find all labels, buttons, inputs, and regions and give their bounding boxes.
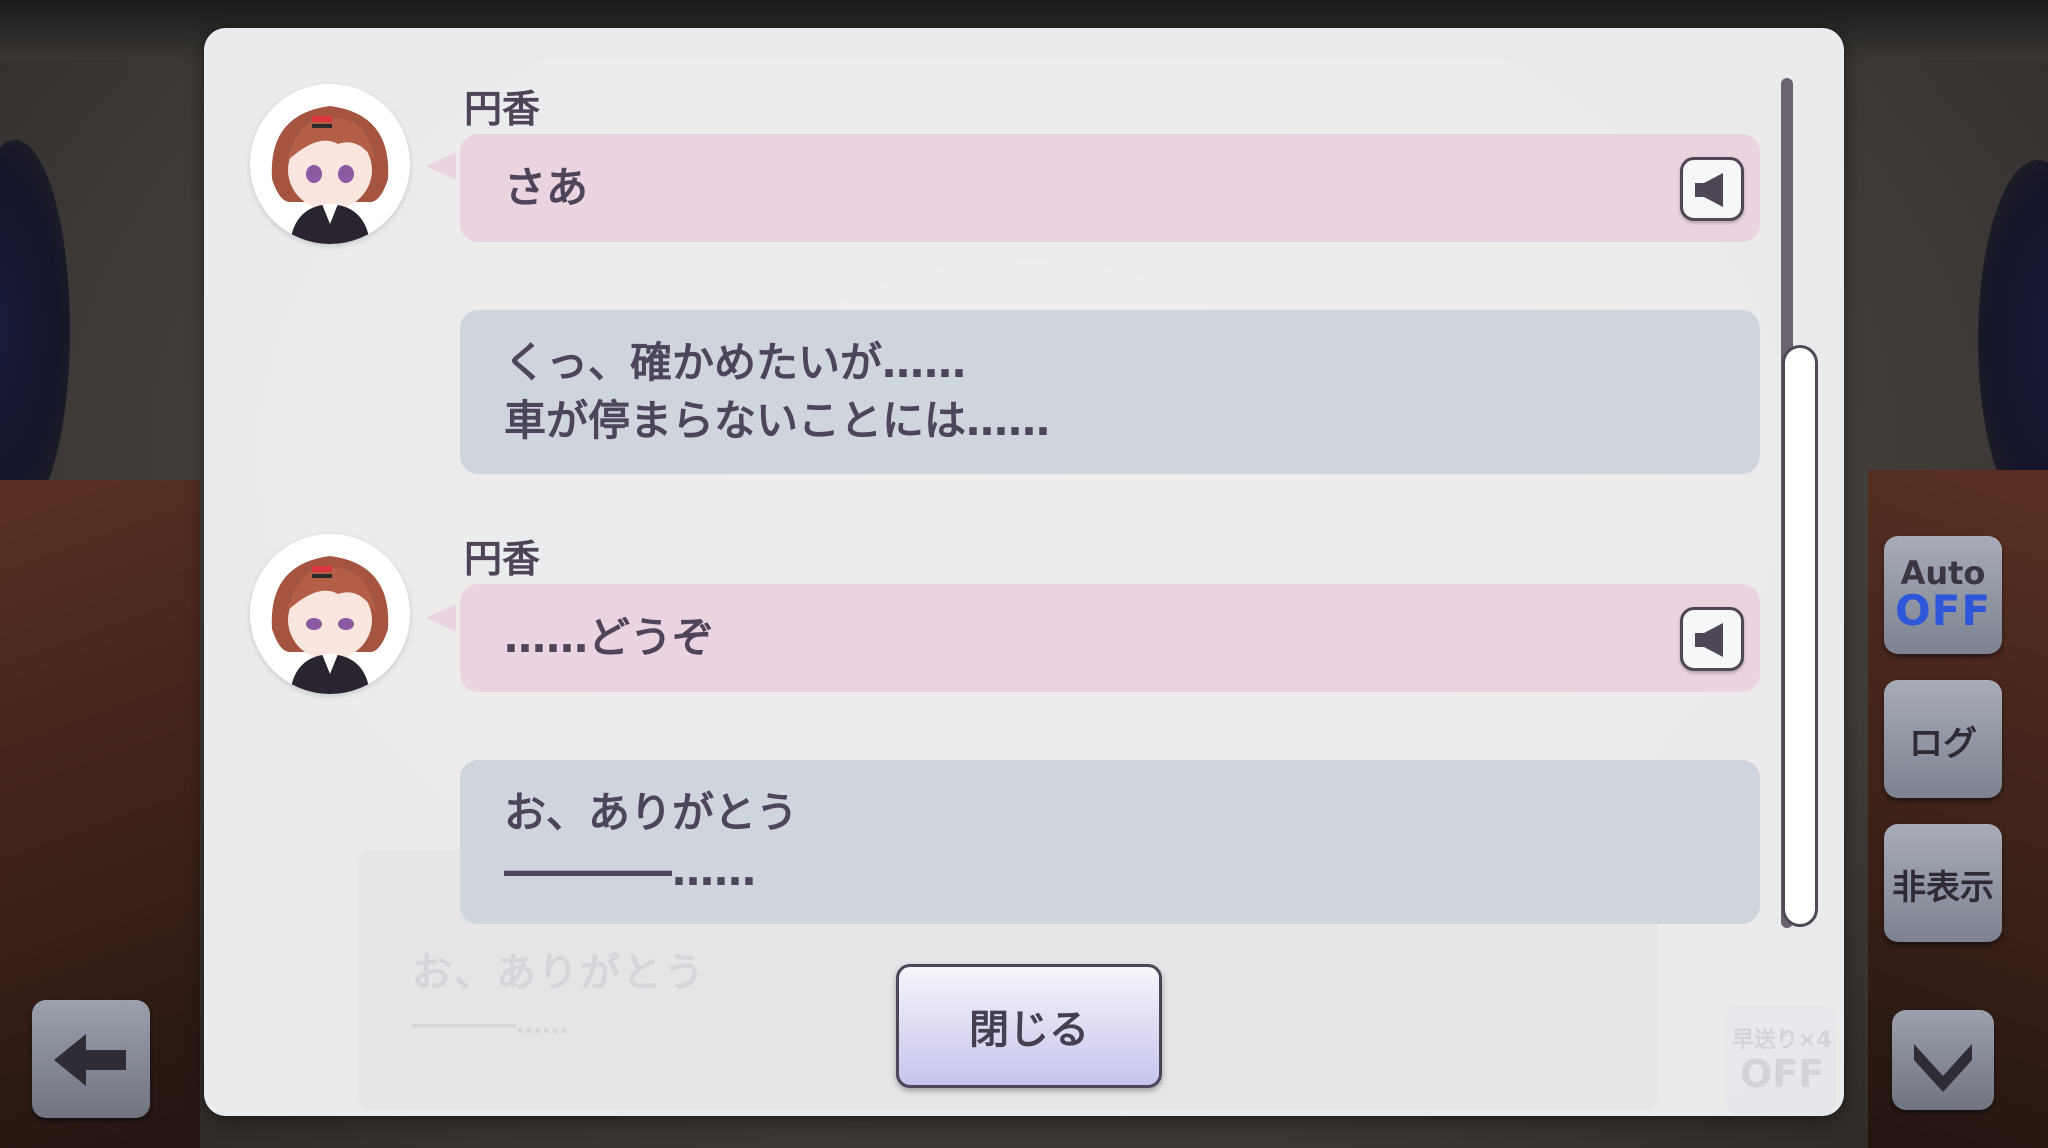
player-message-bubble: くっ、確かめたいが…… 車が停まらないことには…… <box>460 310 1760 474</box>
character-message-bubble: さあ <box>460 134 1760 242</box>
scrollbar-thumb[interactable] <box>1782 345 1818 927</box>
hide-button[interactable]: 非表示 <box>1884 824 2002 942</box>
log-button-label: ログ <box>1909 724 1977 764</box>
back-arrow-icon <box>54 1034 126 1086</box>
message-text: ……どうぞ <box>504 613 715 662</box>
character-avatar <box>250 84 410 244</box>
bubble-tail <box>426 152 456 180</box>
madoka-portrait-icon <box>250 84 410 244</box>
message-line-2: ――――…… <box>504 846 756 895</box>
speaker-icon <box>1695 173 1723 207</box>
hide-button-label: 非表示 <box>1892 868 1994 908</box>
voice-replay-button[interactable] <box>1680 157 1744 221</box>
character-avatar <box>250 534 410 694</box>
background-window-right <box>1978 160 2048 520</box>
background-message-text: お、ありがとう <box>412 950 706 996</box>
message-line-1: くっ、確かめたいが…… <box>504 338 967 387</box>
player-message-bubble: お、ありがとう ――――…… <box>460 760 1760 924</box>
back-button[interactable] <box>32 1000 150 1118</box>
log-button[interactable]: ログ <box>1884 680 2002 798</box>
character-message-bubble: ……どうぞ <box>460 584 1760 692</box>
close-button-label: 閉じる <box>969 1007 1089 1053</box>
auto-state: OFF <box>1894 586 1992 635</box>
fast-forward-label: 早送り×4 <box>1732 1028 1832 1053</box>
message-line-2: 車が停まらないことには…… <box>504 396 1051 445</box>
fast-forward-state: OFF <box>1740 1052 1825 1096</box>
speaker-name: 円香 <box>464 87 541 131</box>
bubble-tail <box>426 604 456 632</box>
skip-down-button[interactable] <box>1892 1010 1994 1110</box>
voice-replay-button[interactable] <box>1680 607 1744 671</box>
speaker-icon <box>1695 623 1723 657</box>
message-text: さあ <box>504 163 589 212</box>
auto-button[interactable]: Auto OFF <box>1884 536 2002 654</box>
background-message-subtext: ――――…… <box>412 1010 568 1040</box>
madoka-portrait-icon <box>250 534 410 694</box>
chevron-down-icon <box>1914 1044 1972 1092</box>
speaker-name: 円香 <box>464 537 541 581</box>
message-line-1: お、ありがとう <box>504 788 799 837</box>
close-button[interactable]: 閉じる <box>896 964 1162 1088</box>
background-window-left <box>0 140 70 520</box>
